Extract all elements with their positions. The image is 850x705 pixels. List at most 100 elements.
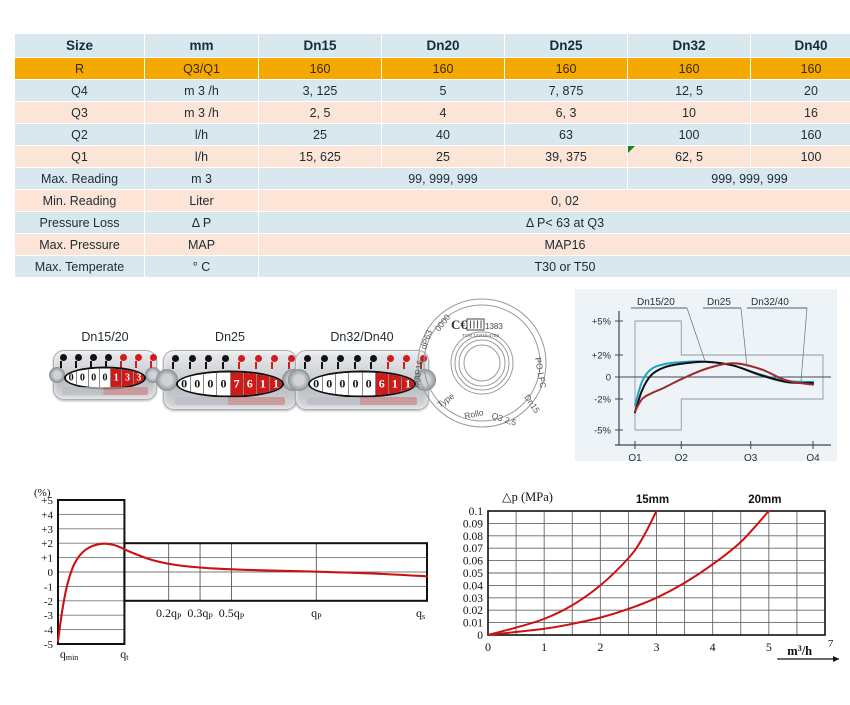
ce-mark-text: C€: [451, 317, 467, 332]
y-tick-label: +2%: [592, 351, 612, 362]
cell-value: 160: [750, 123, 850, 146]
y-axis-label: (%): [34, 487, 51, 499]
register-digit: 0: [336, 372, 350, 396]
series-curve-dn25: [634, 360, 814, 414]
y-tick-label: 0.01: [463, 618, 483, 630]
table-row: Min. Reading Liter 0, 02: [14, 189, 850, 212]
row-unit: Δ P: [144, 211, 259, 234]
register-digit: 6: [375, 372, 389, 396]
cell-value: 160: [258, 57, 382, 80]
row-unit: l/h: [144, 145, 259, 168]
x-tick-label: Q4: [806, 453, 820, 461]
meter-dial-face-drawing: C€ 1383 TCM 142/10-4759 0000 dP63 MAP16 …: [399, 296, 565, 431]
y-tick-label: +4: [41, 509, 53, 521]
certificate-code: TCM 142/10-4759: [462, 333, 499, 338]
y-tick-label: -3: [44, 610, 54, 622]
cell-value: 10: [627, 101, 751, 124]
series-annotation: Dn25: [707, 297, 731, 308]
register-digit: 3: [122, 368, 134, 388]
row-unit: ° C: [144, 255, 259, 278]
register-digit: 0: [362, 372, 376, 396]
register-gear: [49, 367, 65, 383]
cell-value: 2, 5: [258, 101, 382, 124]
specification-table-body: R Q3/Q1 160 160 160 160 160 Q4 m 3 /h 3, 125 5 7, 8…: [14, 57, 850, 278]
annotation-leader: [686, 307, 706, 362]
table-row: Q1 l/h 15, 625 25 39, 375 62, 5 100: [14, 145, 850, 168]
comment-flag-icon: [628, 146, 635, 153]
y-tick-label: 0.03: [463, 593, 483, 605]
y-tick-label: -5: [44, 639, 54, 651]
x-tick-label: qs: [416, 606, 425, 621]
y-tick-label: -1: [44, 581, 53, 593]
row-label-max-temperate: Max. Temperate: [14, 255, 145, 278]
y-tick-label: 0.09: [463, 518, 483, 530]
register-gear: [156, 369, 178, 391]
register-digit: 1: [269, 372, 282, 396]
row-label-q4: Q4: [14, 79, 145, 102]
table-row: Max. Reading m 3 99, 999, 999 999, 999, 999: [14, 167, 850, 190]
series-label-20mm: 20mm: [748, 494, 781, 506]
register-digit: 3: [133, 368, 144, 388]
y-tick-label: +2: [41, 538, 53, 550]
annotation-leader: [800, 307, 808, 382]
register-digit: 0: [310, 372, 324, 396]
x-tick-label: Q2: [675, 453, 689, 461]
row-unit: l/h: [144, 123, 259, 146]
register-digit: 0: [99, 368, 112, 388]
cell-value-merged: MAP16: [258, 233, 850, 256]
specification-table: Size mm Dn15 Dn20 Dn25 Dn32 Dn40 R Q3/Q1 1…: [14, 33, 850, 278]
x-axis-unit-label: m3/h: [787, 644, 812, 658]
y-tick-label: 0: [606, 373, 611, 384]
register-digit: 7: [230, 372, 244, 396]
register-digit: 0: [178, 372, 192, 396]
table-row: Q3 m 3 /h 2, 5 4 6, 3 10 16: [14, 101, 850, 124]
register-digit: 0: [349, 372, 363, 396]
x-tick-label-7: 7: [828, 638, 834, 650]
dial-text-map16: MAP16: [411, 359, 425, 388]
y-tick-label: -4: [44, 625, 54, 637]
x-tick-label: Q3: [744, 453, 758, 461]
y-tick-label: 0: [477, 630, 483, 642]
series-annotation: Dn32/40: [751, 297, 789, 308]
cell-value: 7, 875: [504, 79, 628, 102]
cell-value: 4: [381, 101, 505, 124]
cell-value: 20: [750, 79, 850, 102]
x-tick-label: 0.2qP: [156, 606, 182, 621]
x-tick-label: Q1: [628, 453, 642, 461]
y-tick-label: +3: [41, 524, 53, 536]
y-tick-label: 0.04: [463, 580, 483, 592]
register-digit: 0: [217, 372, 231, 396]
cell-value-merged: 999, 999, 999: [627, 167, 850, 190]
row-label-pressure-loss: Pressure Loss: [14, 211, 145, 234]
column-header-dn25: Dn25: [504, 33, 628, 58]
cell-value: 100: [627, 123, 751, 146]
register-digit: 0: [204, 372, 218, 396]
cell-value: 25: [381, 145, 505, 168]
x-axis-arrowhead: [833, 656, 840, 662]
row-label-q1: Q1: [14, 145, 145, 168]
annotation-leader: [740, 307, 748, 368]
row-unit: m 3 /h: [144, 101, 259, 124]
column-header-size: Size: [14, 33, 145, 58]
series-label-15mm: 15mm: [636, 494, 669, 506]
accuracy-envelope-chart: +5 +4 +3 +2 +1 0 -1 -2 -3 -4 -5 (%) qmin qt 0.2qP 0.3qP…: [10, 482, 435, 667]
table-row: R Q3/Q1 160 160 160 160 160: [14, 57, 850, 80]
cell-value: 25: [258, 123, 382, 146]
x-tick-label: qP: [311, 606, 322, 621]
cell-value: 6, 3: [504, 101, 628, 124]
error-curve-chart: +5% +2% 0 -2% -5% Q1 Q2 Q3 Q4 Dn15/20 Dn25 Dn32/40: [575, 289, 837, 461]
x-tick-label: 4: [710, 640, 716, 654]
x-tick-label: 0.3qP: [187, 606, 213, 621]
row-label-q3: Q3: [14, 101, 145, 124]
register-digit: 0: [77, 368, 89, 388]
row-label-max-pressure: Max. Pressure: [14, 233, 145, 256]
register-digit: 0: [66, 368, 78, 388]
cell-value: 63: [504, 123, 628, 146]
y-tick-label: +1: [41, 553, 53, 565]
register-base-strip: [62, 387, 148, 395]
row-label-r: R: [14, 57, 145, 80]
dial-text-rollo: Rollo: [463, 407, 484, 421]
x-tick-label: 5: [766, 640, 772, 654]
cell-value-merged: 99, 999, 999: [258, 167, 628, 190]
y-tick-label: 0.05: [463, 568, 483, 580]
